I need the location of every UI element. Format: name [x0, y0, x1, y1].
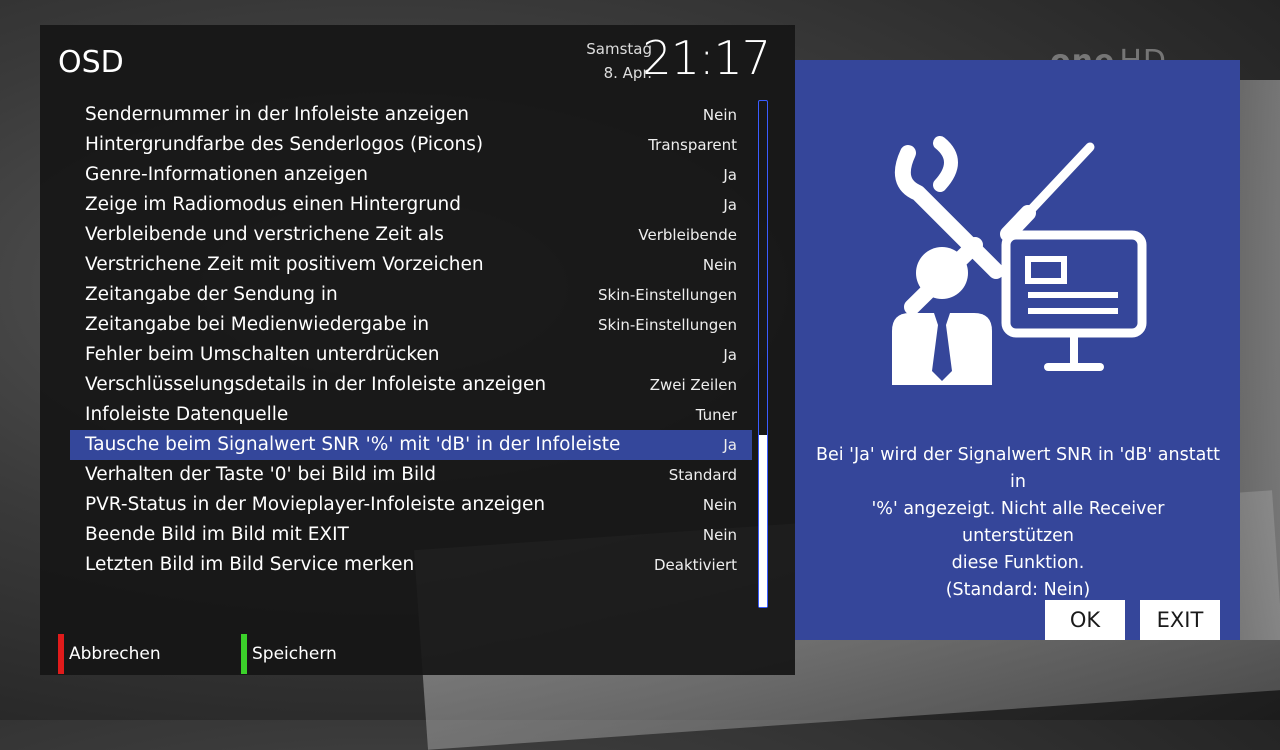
settings-row-label: Verbleibende und verstrichene Zeit als — [85, 224, 444, 245]
help-line: Bei 'Ja' wird der Signalwert SNR in 'dB'… — [815, 445, 1221, 492]
cancel-button-label: Abbrechen — [69, 644, 161, 664]
settings-row[interactable]: Zeitangabe bei Medienwiedergabe in Skin-E… — [70, 310, 752, 340]
settings-row-value[interactable]: Skin-Einstellungen — [598, 310, 737, 340]
settings-row-value[interactable]: Ja — [723, 190, 737, 220]
settings-row-label: Infoleiste Datenquelle — [85, 404, 289, 425]
settings-row-value[interactable]: Standard — [669, 460, 737, 490]
settings-row-label: Fehler beim Umschalten unterdrücken — [85, 344, 440, 365]
settings-row[interactable]: Letzten Bild im Bild Service merken Deakt… — [70, 550, 752, 580]
save-button-label: Speichern — [252, 644, 337, 664]
help-panel: Bei 'Ja' wird der Signalwert SNR in 'dB'… — [795, 60, 1240, 640]
settings-support-illustration — [892, 136, 1147, 385]
green-key-indicator — [241, 634, 247, 674]
settings-row[interactable]: Verschlüsselungsdetails in der Infoleist… — [70, 370, 752, 400]
settings-row-value[interactable]: Nein — [703, 490, 737, 520]
settings-row[interactable]: Genre-Informationen anzeigen Ja — [70, 160, 752, 190]
settings-row-label: Tausche beim Signalwert SNR '%' mit 'dB'… — [85, 434, 621, 455]
settings-row-value[interactable]: Ja — [723, 160, 737, 190]
settings-row-value[interactable]: Transparent — [648, 130, 737, 160]
help-line: diese Funktion. — [951, 553, 1085, 573]
settings-row-value[interactable]: Nein — [703, 100, 737, 130]
settings-row-value[interactable]: Verbleibende — [638, 220, 737, 250]
settings-row[interactable]: Sendernummer in der Infoleiste anzeigen N… — [70, 100, 752, 130]
settings-row-label: Beende Bild im Bild mit EXIT — [85, 524, 349, 545]
ok-button[interactable]: OK — [1045, 600, 1125, 640]
settings-list: Sendernummer in der Infoleiste anzeigen N… — [70, 100, 752, 580]
settings-row-label: Hintergrundfarbe des Senderlogos (Picons… — [85, 134, 484, 155]
settings-row-label: Letzten Bild im Bild Service merken — [85, 554, 415, 575]
settings-row-label: Verstrichene Zeit mit positivem Vorzeich… — [85, 254, 484, 275]
settings-row[interactable]: Verbleibende und verstrichene Zeit als Ve… — [70, 220, 752, 250]
settings-row-label: Zeitangabe der Sendung in — [85, 284, 338, 305]
settings-row-value[interactable]: Nein — [703, 520, 737, 550]
settings-row[interactable]: Zeige im Radiomodus einen Hintergrund Ja — [70, 190, 752, 220]
settings-row-value[interactable]: Ja — [723, 430, 737, 460]
scrollbar-thumb[interactable] — [759, 434, 767, 607]
settings-row-label: Verschlüsselungsdetails in der Infoleist… — [85, 374, 547, 395]
settings-row-value[interactable]: Deaktiviert — [654, 550, 737, 580]
settings-row-value[interactable]: Skin-Einstellungen — [598, 280, 737, 310]
settings-row[interactable]: Beende Bild im Bild mit EXIT Nein — [70, 520, 752, 550]
settings-row[interactable]: Zeitangabe der Sendung in Skin-Einstellun… — [70, 280, 752, 310]
exit-button[interactable]: EXIT — [1140, 600, 1220, 640]
settings-row-label: Zeitangabe bei Medienwiedergabe in — [85, 314, 430, 335]
settings-row-value[interactable]: Nein — [703, 250, 737, 280]
help-description: Bei 'Ja' wird der Signalwert SNR in 'dB'… — [813, 442, 1223, 604]
settings-row-label: PVR-Status in der Movieplayer-Infoleiste… — [85, 494, 546, 515]
settings-row-label: Verhalten der Taste '0' bei Bild im Bild — [85, 464, 436, 485]
settings-row[interactable]: Tausche beim Signalwert SNR '%' mit 'dB'… — [70, 430, 752, 460]
settings-row-value[interactable]: Ja — [723, 340, 737, 370]
settings-row[interactable]: Fehler beim Umschalten unterdrücken Ja — [70, 340, 752, 370]
settings-row-label: Zeige im Radiomodus einen Hintergrund — [85, 194, 462, 215]
settings-row-label: Sendernummer in der Infoleiste anzeigen — [85, 104, 469, 125]
scrollbar[interactable] — [758, 100, 768, 608]
settings-row-value[interactable]: Zwei Zeilen — [650, 370, 737, 400]
settings-row-value[interactable]: Tuner — [696, 400, 737, 430]
help-line: '%' angezeigt. Nicht alle Receiver unter… — [871, 499, 1165, 546]
osd-settings-panel: OSD Samstag 8. Apr. 21:17 Sendernummer i… — [40, 25, 795, 675]
settings-row[interactable]: Verhalten der Taste '0' bei Bild im Bild… — [70, 460, 752, 490]
settings-row[interactable]: Verstrichene Zeit mit positivem Vorzeich… — [70, 250, 752, 280]
red-key-indicator — [58, 634, 64, 674]
settings-row[interactable]: Hintergrundfarbe des Senderlogos (Picons… — [70, 130, 752, 160]
page-title: OSD — [58, 45, 124, 80]
settings-row[interactable]: PVR-Status in der Movieplayer-Infoleiste… — [70, 490, 752, 520]
settings-row[interactable]: Infoleiste Datenquelle Tuner — [70, 400, 752, 430]
settings-row-label: Genre-Informationen anzeigen — [85, 164, 368, 185]
clock-time: 21:17 — [642, 31, 771, 85]
